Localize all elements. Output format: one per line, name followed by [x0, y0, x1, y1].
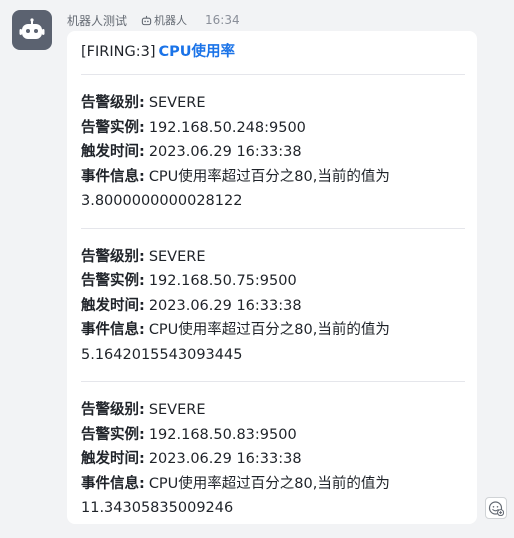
field-label: 告警实例 [81, 273, 139, 289]
bot-icon [141, 15, 152, 25]
field-value: CPU使用率超过百分之80,当前的值为 [148, 168, 390, 185]
field-label: 告警实例 [81, 119, 139, 136]
alert-time-row: 触发时间: 2023.06.29 16:33:38 [81, 144, 302, 160]
alert-block: 告警级别: SEVERE 告警实例: 192.168.50.75:9500 触发时间… [81, 229, 463, 382]
alert-info-row: 事件信息: CPU使用率超过百分之80,当前的值为 [81, 475, 390, 492]
field-label: 事件信息 [81, 475, 139, 492]
alert-info-row: 事件信息: CPU使用率超过百分之80,当前的值为 [81, 168, 390, 185]
alert-current-value: 3.8000000000028122 [81, 193, 243, 209]
robot-icon [19, 18, 45, 39]
alert-current-value: 11.34305835009246 [81, 500, 234, 516]
alert-level-row: 告警级别: SEVERE [81, 95, 206, 111]
alert-current-value: 5.1642015543093445 [81, 346, 243, 363]
add-reaction-icon [488, 501, 504, 516]
alert-block: 告警级别: SEVERE 告警实例: 192.168.50.83:9500 触发时间… [81, 382, 463, 535]
alert-instance-row: 告警实例: 192.168.50.75:9500 [81, 273, 297, 289]
field-label: 触发时间 [81, 144, 139, 160]
alert-instance-row: 告警实例: 192.168.50.248:9500 [81, 119, 306, 136]
field-value: 2023.06.29 16:33:38 [148, 451, 302, 467]
message-title: [FIRING:3] CPU使用率 [81, 42, 463, 62]
field-label: 触发时间 [81, 451, 139, 467]
bot-badge-label: 机器人 [154, 14, 188, 27]
field-value: 192.168.50.75:9500 [148, 273, 297, 289]
alert-level-row: 告警级别: SEVERE [81, 248, 206, 265]
field-label: 事件信息 [81, 322, 139, 338]
sender-name[interactable]: 机器人测试 [67, 12, 127, 29]
alert-level-row: 告警级别: SEVERE [81, 402, 206, 418]
title-keyword: CPU使用率 [158, 44, 236, 60]
field-label: 告警级别 [81, 248, 139, 265]
message-time: 16:34 [205, 13, 240, 27]
field-label: 告警实例 [81, 426, 139, 443]
message-header: 机器人测试 机器人 16:34 [67, 11, 240, 29]
field-value: SEVERE [148, 95, 206, 111]
alert-time-row: 触发时间: 2023.06.29 16:33:38 [81, 297, 302, 314]
field-value: SEVERE [148, 248, 206, 265]
add-reaction-button[interactable] [485, 497, 507, 519]
field-label: 告警级别 [81, 95, 139, 111]
alert-block: 告警级别: SEVERE 告警实例: 192.168.50.248:9500 触发时… [81, 75, 463, 228]
field-label: 告警级别 [81, 402, 139, 418]
chat-page: 机器人测试 机器人 16:34 [FIRING:3] CPU使用率 告警级别: SE… [0, 0, 514, 538]
alert-time-row: 触发时间: 2023.06.29 16:33:38 [81, 451, 302, 467]
field-value: 2023.06.29 16:33:38 [148, 297, 302, 314]
field-label: 触发时间 [81, 297, 139, 314]
field-value: 192.168.50.83:9500 [148, 426, 297, 443]
field-value: SEVERE [148, 402, 206, 418]
bot-avatar[interactable] [12, 10, 52, 50]
alert-instance-row: 告警实例: 192.168.50.83:9500 [81, 426, 297, 443]
field-value: CPU使用率超过百分之80,当前的值为 [148, 322, 390, 338]
title-prefix: [FIRING:3] [81, 44, 156, 60]
field-value: 2023.06.29 16:33:38 [148, 144, 302, 160]
message-bubble[interactable]: [FIRING:3] CPU使用率 告警级别: SEVERE 告警实例: 192.16… [67, 31, 477, 524]
bot-badge: 机器人 [141, 12, 187, 28]
field-label: 事件信息 [81, 168, 139, 185]
alert-info-row: 事件信息: CPU使用率超过百分之80,当前的值为 [81, 322, 390, 338]
field-value: 192.168.50.248:9500 [148, 119, 306, 136]
field-value: CPU使用率超过百分之80,当前的值为 [148, 475, 390, 492]
